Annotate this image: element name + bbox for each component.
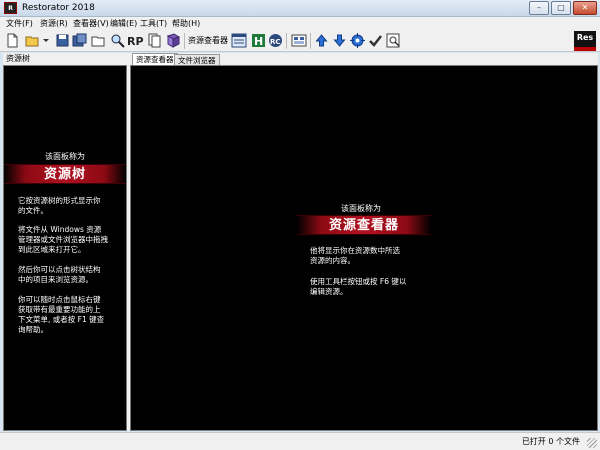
resource-viewer-title: 资源查看器 (328, 218, 399, 233)
arrow-up-icon[interactable] (314, 33, 329, 48)
status-text: 已打开 0 个文件 (521, 437, 580, 446)
file-browser-icon[interactable] (291, 33, 307, 48)
title-bar: R Restorator 2018 – □ ✕ (0, 0, 600, 17)
svg-text:RC: RC (270, 38, 281, 46)
target-icon[interactable] (350, 33, 365, 48)
resource-tree-header-label: 资源树 (6, 54, 30, 63)
toolbar: RP 资源查看器 H RC (0, 30, 600, 52)
menu-tools[interactable]: 工具(T) (140, 18, 167, 29)
dropdown-arrow-icon[interactable] (42, 33, 50, 48)
new-file-icon[interactable] (5, 33, 20, 48)
open-folder-2-icon[interactable] (91, 33, 106, 48)
resource-tree-paragraph: 它按资源树的形式显示你 的文件。 (18, 196, 101, 215)
menu-viewer[interactable]: 查看器(V) (73, 18, 109, 29)
restorator-logo: Res (574, 31, 596, 51)
menu-edit[interactable]: 编辑(E) (110, 18, 137, 29)
book-icon[interactable] (166, 33, 181, 48)
resource-tree-paragraph: 将文件从 Windows 资源 管理器或文件浏览器中拖拽 到此区域来打开它。 (18, 225, 108, 254)
resource-viewer-paragraph: 使用工具栏按钮或按 F6 键以 编辑资源。 (310, 277, 407, 296)
resource-tree-intro: 该面板称为 (45, 152, 85, 161)
resource-tree-paragraph: 然后你可以点击树状结构 中的项目来浏览资源。 (18, 265, 101, 284)
resource-tree-title: 资源树 (43, 167, 86, 182)
status-bar: 已打开 0 个文件 (0, 432, 600, 450)
resize-grip-icon[interactable] (587, 438, 597, 448)
resource-tree-banner: 资源树 (4, 164, 126, 184)
resource-viewer-banner: 资源查看器 (297, 215, 431, 235)
hex-icon[interactable]: H (251, 33, 266, 48)
minimize-button[interactable]: – (529, 1, 549, 15)
toolbar-separator (184, 33, 185, 49)
menu-resource[interactable]: 资源(R) (40, 18, 68, 29)
resource-tree-panel[interactable]: 该面板称为 资源树 它按资源树的形式显示你 的文件。 将文件从 Windows 资… (3, 65, 127, 431)
save-as-icon[interactable] (72, 33, 87, 48)
menu-help[interactable]: 帮助(H) (172, 18, 200, 29)
resource-viewer-paragraph: 他将显示你在资源数中所选 资源的内容。 (310, 246, 400, 265)
resource-tree-header: 资源树 (3, 53, 127, 65)
arrow-down-icon[interactable] (332, 33, 347, 48)
open-folder-icon[interactable] (25, 33, 40, 48)
save-icon[interactable] (55, 33, 70, 48)
svg-text:H: H (254, 35, 263, 48)
menu-bar: 文件(F) 资源(R) 查看器(V) 编辑(E) 工具(T) 帮助(H) (0, 17, 600, 30)
toolbar-separator (286, 33, 287, 49)
maximize-button[interactable]: □ (551, 1, 571, 15)
find-icon[interactable] (110, 33, 125, 48)
toolbar-separator (310, 33, 311, 49)
close-button[interactable]: ✕ (573, 1, 597, 15)
viewer-label[interactable]: 资源查看器 (188, 34, 228, 48)
viewer-window-icon[interactable] (231, 33, 247, 48)
preview-icon[interactable] (386, 33, 401, 48)
resource-viewer-intro: 该面板称为 (341, 204, 381, 213)
resource-viewer-panel[interactable]: 该面板称为 资源查看器 他将显示你在资源数中所选 资源的内容。 使用工具栏按钮或按… (130, 65, 598, 431)
menu-file[interactable]: 文件(F) (6, 18, 33, 29)
pages-icon[interactable] (147, 33, 162, 48)
checkmark-icon[interactable] (368, 33, 383, 48)
resource-tree-paragraph: 你可以随时点击鼠标右键 获取带有最重要功能的上 下文菜单, 或者按 F1 键查 询帮助… (18, 295, 105, 334)
rc-icon[interactable]: RC (268, 33, 283, 48)
rp-icon[interactable]: RP (127, 33, 144, 48)
window-title: Restorator 2018 (22, 3, 95, 13)
viewer-tabs: 资源查看器 文件浏览器 (130, 53, 598, 66)
app-icon[interactable]: R (4, 2, 17, 14)
svg-text:RP: RP (127, 35, 144, 48)
